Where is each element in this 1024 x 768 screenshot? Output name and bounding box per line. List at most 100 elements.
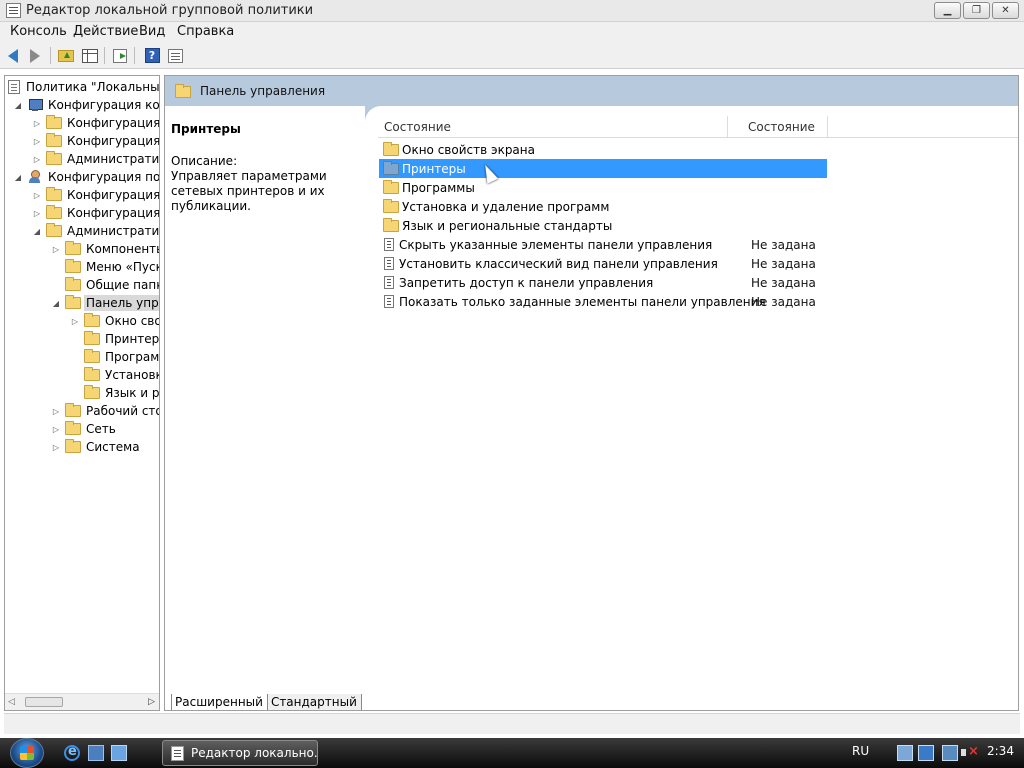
no-expander	[70, 370, 80, 380]
column-separator[interactable]	[727, 116, 728, 138]
pane-header-title: Панель управления	[200, 84, 326, 98]
scroll-left-icon[interactable]: ◁	[8, 697, 15, 707]
tree-item[interactable]: Програм	[70, 348, 159, 366]
list-item[interactable]: Показать только заданные элементы панели…	[379, 292, 827, 311]
taskbar-window-button[interactable]: Редактор локально...	[162, 740, 318, 766]
start-button[interactable]	[10, 738, 44, 768]
tree-item[interactable]: ▷ Рабочий сто	[51, 402, 159, 420]
menu-help[interactable]: Справка	[175, 24, 236, 39]
show-desktop-icon[interactable]	[111, 745, 127, 761]
expanded-arrow-icon[interactable]: ◢	[13, 172, 23, 182]
tree-item[interactable]: ◢ Конфигурация поль	[13, 168, 159, 186]
list-item-name: Установить классический вид панели управ…	[399, 256, 718, 271]
up-folder-icon	[58, 49, 74, 62]
no-expander	[70, 388, 80, 398]
collapsed-arrow-icon[interactable]: ▷	[70, 316, 80, 326]
clock[interactable]: 2:34	[987, 744, 1014, 758]
tree-item[interactable]: ▷ Система	[51, 438, 142, 456]
tree-item[interactable]: ▷ Сеть	[51, 420, 118, 438]
column-header-state[interactable]: Состояние	[748, 120, 815, 134]
folder-icon	[65, 439, 81, 453]
tree-item-label: Конфигурация п	[67, 188, 160, 202]
tree-item[interactable]: ▷ Компоненты	[51, 240, 159, 258]
collapsed-arrow-icon[interactable]: ▷	[32, 190, 42, 200]
column-separator[interactable]	[827, 116, 828, 138]
folder-icon	[175, 84, 191, 98]
policy-setting-icon	[384, 257, 394, 270]
column-header-name[interactable]: Состояние	[384, 120, 451, 134]
collapsed-arrow-icon[interactable]: ▷	[32, 208, 42, 218]
tree-item[interactable]: ▷ Конфигурация п	[32, 114, 159, 132]
menu-console[interactable]: Консоль	[8, 24, 69, 39]
collapsed-arrow-icon[interactable]: ▷	[51, 424, 61, 434]
collapsed-arrow-icon[interactable]: ▷	[32, 118, 42, 128]
properties-button[interactable]	[165, 46, 185, 65]
forward-button[interactable]	[25, 46, 45, 65]
tree-item[interactable]: ▷ Окно сво	[70, 312, 159, 330]
tree-item[interactable]: Политика "Локальный	[8, 78, 159, 96]
tray-security-icon[interactable]	[897, 745, 913, 761]
help-button[interactable]: ?	[142, 46, 162, 65]
collapsed-arrow-icon[interactable]: ▷	[32, 136, 42, 146]
tree-item[interactable]: Меню «Пуск	[51, 258, 159, 276]
tab-standard[interactable]: Стандартный	[266, 694, 362, 710]
tree-item[interactable]: ▷ Конфигурация W	[32, 204, 159, 222]
policy-setting-icon	[384, 295, 394, 308]
show-hide-tree-button[interactable]	[80, 46, 100, 65]
list-item[interactable]: Язык и региональные стандарты	[379, 216, 827, 235]
menu-view[interactable]: Вид	[137, 24, 167, 39]
tree-item[interactable]: Общие папки	[51, 276, 159, 294]
no-expander	[70, 352, 80, 362]
switch-windows-icon[interactable]	[88, 745, 104, 761]
tray-volume-muted-icon[interactable]	[960, 744, 979, 761]
toolbar-separator	[104, 47, 105, 64]
list-item[interactable]: Программы	[379, 178, 827, 197]
list-item[interactable]: Окно свойств экрана	[379, 140, 827, 159]
tray-update-icon[interactable]	[918, 745, 934, 761]
collapsed-arrow-icon[interactable]: ▷	[51, 244, 61, 254]
collapsed-arrow-icon[interactable]: ▷	[51, 406, 61, 416]
view-tabs: Расширенный Стандартный	[171, 694, 362, 710]
menu-action[interactable]: Действие	[71, 24, 140, 39]
console-tree[interactable]: Политика "Локальный◢Конфигурация комп▷Ко…	[4, 75, 160, 711]
expanded-arrow-icon[interactable]: ◢	[51, 298, 61, 308]
list-item[interactable]: Принтеры	[379, 159, 827, 178]
collapsed-arrow-icon[interactable]: ▷	[51, 442, 61, 452]
collapsed-arrow-icon[interactable]: ▷	[32, 154, 42, 164]
tree-item[interactable]: Язык и ре	[70, 384, 160, 402]
forward-icon	[30, 48, 40, 63]
list-item[interactable]: Запретить доступ к панели управления Не з…	[379, 273, 827, 292]
tree-item[interactable]: ◢ Административ	[32, 222, 159, 240]
close-button[interactable]: ✕	[992, 2, 1019, 19]
tree-item[interactable]: ◢ Конфигурация комп	[13, 96, 159, 114]
list-item[interactable]: Скрыть указанные элементы панели управле…	[379, 235, 827, 254]
tree-item[interactable]: Принтер	[70, 330, 159, 348]
scroll-thumb[interactable]	[25, 697, 63, 707]
tree-item-label: Язык и ре	[105, 386, 160, 400]
list-item[interactable]: Установка и удаление программ	[379, 197, 827, 216]
tree-horizontal-scrollbar[interactable]: ◁ ▷	[5, 693, 159, 710]
tree-item[interactable]: ◢ Панель упра	[51, 294, 159, 312]
internet-explorer-icon[interactable]	[64, 744, 80, 761]
tree-item[interactable]: Установк	[70, 366, 159, 384]
maximize-button[interactable]: ❐	[963, 2, 990, 19]
up-folder-button[interactable]	[56, 46, 76, 65]
tree-item[interactable]: ▷ Административ	[32, 150, 159, 168]
tree-item[interactable]: ▷ Конфигурация W	[32, 132, 159, 150]
minimize-button[interactable]: ▁	[934, 2, 961, 19]
tree-item-label: Система	[86, 440, 140, 454]
expanded-arrow-icon[interactable]: ◢	[13, 100, 23, 110]
language-indicator[interactable]: RU	[852, 744, 869, 758]
tree-item[interactable]: ▷ Конфигурация п	[32, 186, 160, 204]
expanded-arrow-icon[interactable]: ◢	[32, 226, 42, 236]
taskbar: Редактор локально... RU 2:34	[0, 738, 1024, 768]
export-list-button[interactable]	[110, 46, 130, 65]
policy-setting-icon	[384, 276, 394, 289]
folder-icon	[383, 160, 399, 175]
back-button[interactable]	[3, 46, 23, 65]
list-item[interactable]: Установить классический вид панели управ…	[379, 254, 827, 273]
title-bar: Редактор локальной групповой политики ▁ …	[0, 0, 1024, 22]
scroll-right-icon[interactable]: ▷	[148, 697, 155, 707]
tab-extended[interactable]: Расширенный	[171, 694, 268, 710]
tray-network-icon[interactable]	[942, 745, 958, 761]
